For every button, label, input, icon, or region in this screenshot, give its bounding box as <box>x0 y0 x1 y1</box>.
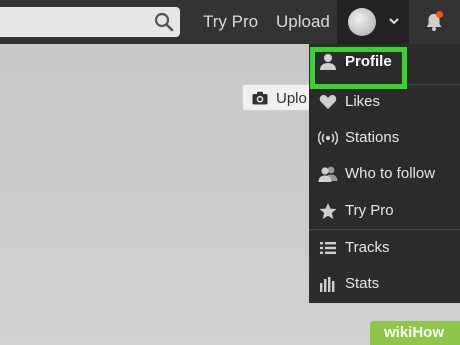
menu-item-stats[interactable]: Stats <box>309 266 460 302</box>
user-menu-button[interactable] <box>337 0 409 44</box>
heart-icon <box>319 95 337 109</box>
menu-item-stations[interactable]: Stations <box>309 120 460 156</box>
avatar[interactable] <box>348 8 376 36</box>
search-icon[interactable] <box>154 12 174 32</box>
broadcast-icon <box>318 130 338 146</box>
camera-icon <box>252 91 268 105</box>
nav-upload-link[interactable]: Upload <box>276 12 330 32</box>
menu-item-label: Who to follow <box>345 165 436 182</box>
menu-item-likes[interactable]: Likes <box>309 84 460 120</box>
top-navigation-bar: Try Pro Upload <box>0 0 460 44</box>
chevron-down-icon <box>389 18 399 25</box>
wikihow-watermark: wikiHow <box>370 321 460 345</box>
nav-try-pro-link[interactable]: Try Pro <box>203 12 258 32</box>
menu-item-label: Stations <box>345 129 400 146</box>
menu-item-label: Tracks <box>345 239 390 256</box>
menu-item-who-to-follow[interactable]: Who to follow <box>309 156 460 192</box>
menu-item-label: Try Pro <box>345 202 394 219</box>
menu-item-try-pro[interactable]: Try Pro <box>309 193 460 229</box>
menu-item-label: Stats <box>345 275 380 292</box>
menu-item-label: Likes <box>345 93 381 110</box>
search-input[interactable] <box>0 7 180 37</box>
upload-image-label: Uplo <box>276 90 307 107</box>
highlight-frame <box>310 47 407 89</box>
list-icon <box>320 242 336 254</box>
users-icon <box>318 166 338 182</box>
menu-item-tracks[interactable]: Tracks <box>309 230 460 266</box>
star-icon <box>319 203 337 219</box>
notification-badge <box>436 11 443 18</box>
bar-chart-icon <box>320 277 335 292</box>
